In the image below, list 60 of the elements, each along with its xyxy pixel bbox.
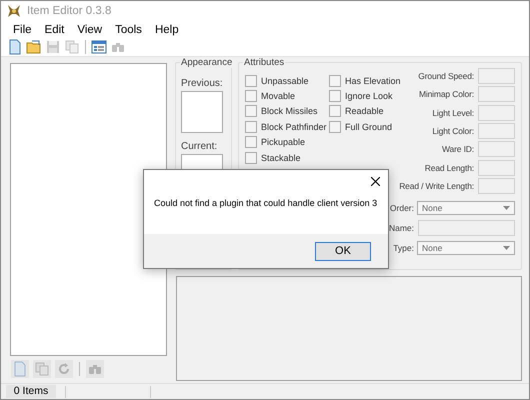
input-field[interactable] (418, 220, 515, 236)
field-label: Ground Speed: (418, 71, 474, 82)
checkbox[interactable] (329, 120, 341, 133)
field-label: Minimap Color: (418, 89, 474, 100)
input-field[interactable] (478, 178, 515, 194)
checkbox[interactable] (245, 136, 257, 148)
window-icon[interactable] (91, 39, 107, 55)
window-title: Item Editor 0.3.8 (27, 5, 112, 17)
checkbox-label: Stackable (261, 152, 301, 163)
group-title: Appearance (180, 57, 234, 68)
checkbox-label: Has Elevation (345, 76, 401, 86)
checkbox-label: Block Pathfinder (261, 122, 327, 132)
current-label: Current: (181, 141, 218, 152)
input-field[interactable] (478, 104, 515, 121)
checkbox[interactable] (245, 105, 257, 118)
item-count: 0 Items (6, 385, 56, 398)
checkbox[interactable] (329, 105, 341, 118)
checkbox-label: Block Missiles (261, 106, 318, 116)
ok-button[interactable]: OK (315, 242, 371, 260)
checkbox[interactable] (329, 74, 341, 87)
dropdown[interactable]: None (417, 200, 515, 215)
input-field[interactable] (478, 160, 515, 176)
menu-item[interactable]: Edit (38, 24, 70, 36)
menu-item[interactable]: File (6, 24, 38, 36)
field-label: Light Color: (432, 126, 474, 136)
error-message: Could not find a plugin that could handle client version 3 (154, 198, 378, 208)
close-icon[interactable] (371, 176, 380, 186)
checkbox[interactable] (245, 120, 257, 133)
menu-item[interactable]: View (70, 24, 108, 36)
group-title: Attributes (243, 57, 286, 68)
input-field[interactable] (478, 68, 515, 84)
checkbox-label: Pickupable (261, 137, 306, 148)
input-field[interactable] (478, 86, 515, 102)
checkbox[interactable] (245, 74, 257, 87)
caret-icon (503, 246, 510, 250)
input-field[interactable] (478, 141, 515, 158)
checkbox-label: Unpassable (261, 76, 309, 86)
app-logo-icon (7, 4, 21, 18)
folder-icon[interactable] (26, 39, 42, 55)
menu-item[interactable]: Help (148, 24, 185, 36)
field-label: Name: (388, 222, 414, 233)
field-label: Light Level: (432, 108, 474, 118)
input-field[interactable] (478, 123, 515, 140)
previous-label: Previous: (181, 78, 224, 89)
sprite-preview (181, 91, 223, 133)
checkbox-label: Full Ground (345, 122, 392, 132)
checkbox-label: Ignore Look (345, 91, 393, 102)
field-label: Type: (393, 242, 414, 253)
checkbox[interactable] (245, 90, 257, 102)
checkbox[interactable] (245, 152, 257, 164)
field-label: Read Length: (424, 162, 474, 173)
dropdown[interactable]: None (417, 240, 515, 255)
field-label: Ware ID: (442, 144, 474, 154)
checkbox-label: Movable (261, 91, 296, 102)
caret-icon (503, 206, 510, 210)
checkbox-label: Readable (345, 106, 384, 116)
field-label: Read / Write Length: (399, 180, 474, 191)
menu-item[interactable]: Tools (108, 24, 148, 36)
field-label: Order: (390, 202, 414, 213)
checkbox[interactable] (329, 90, 341, 102)
